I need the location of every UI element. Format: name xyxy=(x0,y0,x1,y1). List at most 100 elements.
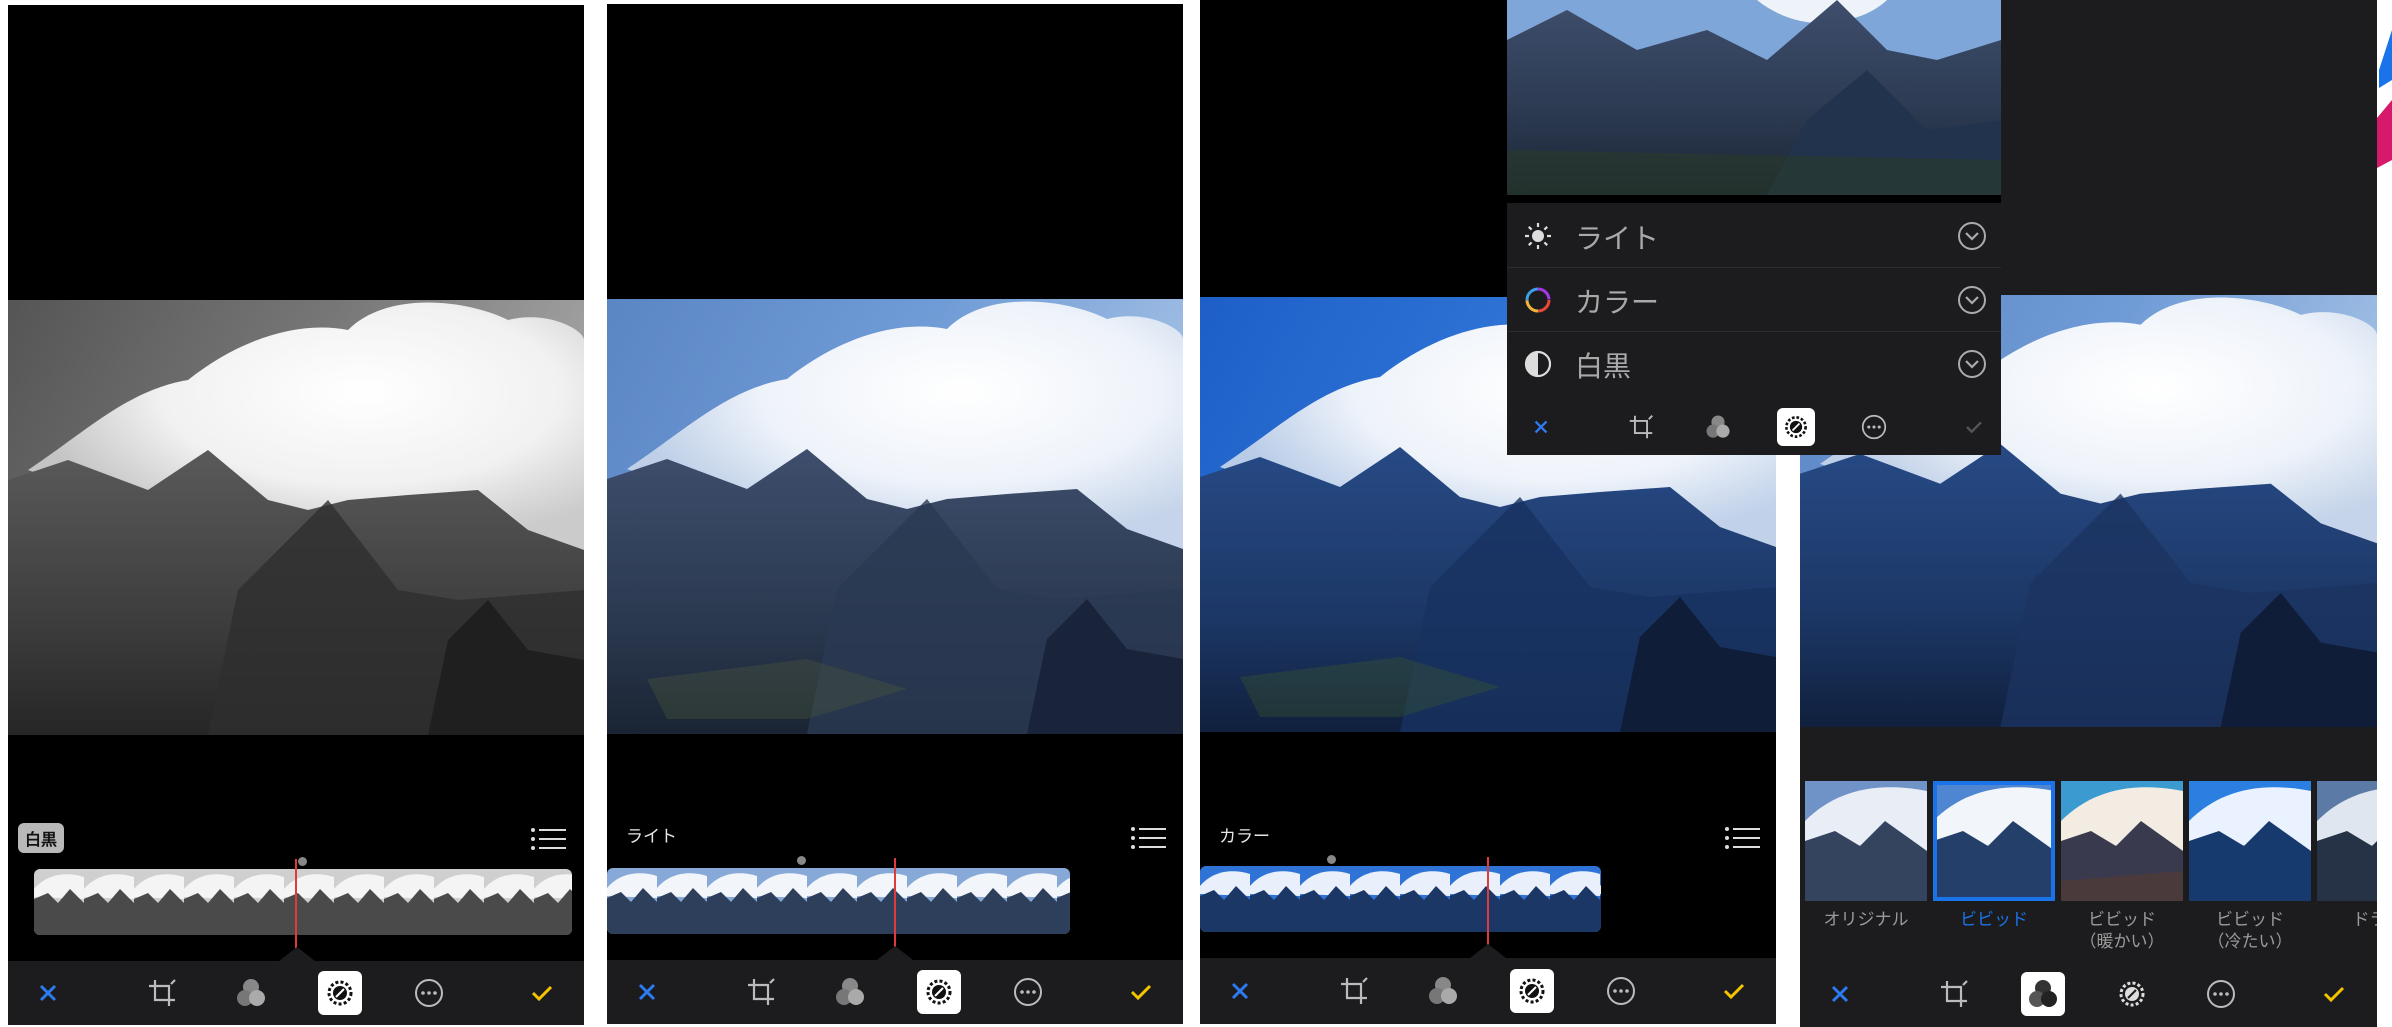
close-icon[interactable] xyxy=(632,977,662,1007)
menu-item-color[interactable]: カラー xyxy=(1507,267,2001,332)
list-icon[interactable] xyxy=(1724,826,1760,850)
more-icon[interactable] xyxy=(411,975,447,1011)
filmstrip-frame xyxy=(1057,868,1070,934)
filters-icon[interactable] xyxy=(1703,412,1733,442)
filmstrip-frame xyxy=(857,868,907,934)
menu-item-light[interactable]: ライト xyxy=(1507,203,2001,268)
filmstrip-frame xyxy=(907,868,957,934)
close-icon[interactable] xyxy=(1225,976,1255,1006)
adjust-menu-overlay: ライト カラー 白黒 xyxy=(1507,0,2001,455)
sun-icon xyxy=(1523,221,1553,251)
bottom-toolbar xyxy=(1200,958,1776,1024)
toolbar-notch xyxy=(1470,944,1506,958)
filter-strip: オリジナル ビビッド ビビッド（暖かい） ビビッド（冷たい） ドラマ xyxy=(1800,781,2377,961)
checkmark-icon[interactable] xyxy=(2319,979,2349,1009)
filmstrip-frame xyxy=(1300,866,1350,932)
slider-origin-dot xyxy=(1327,855,1336,864)
adjust-slider-strip[interactable] xyxy=(607,868,1070,934)
half-circle-icon xyxy=(1523,349,1553,379)
chevron-down-icon[interactable] xyxy=(1957,349,1987,379)
filter-preview xyxy=(1933,781,2055,901)
adjust-dial-icon[interactable] xyxy=(1777,407,1815,446)
slider-playhead[interactable] xyxy=(1487,857,1489,949)
filmstrip-frame xyxy=(334,869,384,935)
filters-icon[interactable] xyxy=(832,974,868,1010)
color-wheel-icon xyxy=(1523,285,1553,315)
list-icon[interactable] xyxy=(530,827,566,851)
close-icon[interactable] xyxy=(33,978,63,1008)
filmstrip-frame xyxy=(384,869,434,935)
more-icon[interactable] xyxy=(2203,976,2239,1012)
tool-label: ライト xyxy=(626,827,677,847)
filters-icon[interactable] xyxy=(2021,972,2065,1016)
filmstrip-frame xyxy=(657,868,707,934)
filmstrip-frame xyxy=(1600,866,1601,932)
slider-playhead[interactable] xyxy=(295,859,297,951)
more-icon[interactable] xyxy=(1859,412,1889,442)
list-icon[interactable] xyxy=(1130,826,1166,850)
adjust-dial-icon[interactable] xyxy=(318,971,362,1015)
crop-icon[interactable] xyxy=(743,974,779,1010)
filmstrip-frame xyxy=(957,868,1007,934)
bottom-toolbar xyxy=(8,961,584,1025)
checkmark-icon[interactable] xyxy=(1962,415,1986,439)
menu-item-label: 白黒 xyxy=(1575,350,1632,383)
crop-icon[interactable] xyxy=(1626,412,1656,442)
filmstrip-frame xyxy=(1007,868,1057,934)
filter-preview xyxy=(2317,781,2377,901)
adjust-slider-strip[interactable] xyxy=(1200,866,1601,932)
photo-preview xyxy=(607,299,1183,734)
filter-label: ビビッド xyxy=(1960,910,2028,930)
filter-thumb-vivid[interactable]: ビビッド xyxy=(1933,781,2055,961)
menu-item-bw[interactable]: 白黒 xyxy=(1507,331,2001,395)
photo-preview xyxy=(8,300,584,735)
menu-item-label: カラー xyxy=(1575,286,1660,319)
filter-preview xyxy=(2061,781,2183,901)
crop-icon[interactable] xyxy=(1936,976,1972,1012)
filter-thumb-original[interactable]: オリジナル xyxy=(1805,781,1927,961)
filter-thumb-vivid-warm[interactable]: ビビッド （暖かい） xyxy=(2061,781,2183,961)
filters-icon[interactable] xyxy=(1425,973,1461,1009)
adjust-slider-strip[interactable] xyxy=(34,869,572,935)
checkmark-icon[interactable] xyxy=(1126,977,1156,1007)
tool-label: 白黒 xyxy=(18,823,65,853)
more-icon[interactable] xyxy=(1010,974,1046,1010)
editor-panel-light: ライト xyxy=(607,4,1183,1024)
bottom-toolbar xyxy=(1800,961,2377,1027)
crop-icon[interactable] xyxy=(144,975,180,1011)
checkmark-icon[interactable] xyxy=(527,978,557,1008)
editor-panel-bw: 白黒 xyxy=(8,5,584,1025)
menu-divider xyxy=(1507,195,2001,203)
filter-preview xyxy=(2189,781,2311,901)
adjust-dial-icon[interactable] xyxy=(2114,976,2150,1012)
mini-toolbar xyxy=(1507,398,2001,455)
filter-thumb-drama[interactable]: ドラマ xyxy=(2317,781,2377,961)
photo-preview xyxy=(1507,0,2001,195)
chevron-down-icon[interactable] xyxy=(1957,221,1987,251)
edge-decoration xyxy=(2377,0,2392,200)
filmstrip-frame xyxy=(184,869,234,935)
filter-label: ビビッド （暖かい） xyxy=(2079,910,2165,952)
checkmark-icon[interactable] xyxy=(1719,976,1749,1006)
filter-label: オリジナル xyxy=(1823,910,1909,930)
filmstrip-frame xyxy=(534,869,572,935)
crop-icon[interactable] xyxy=(1336,973,1372,1009)
filmstrip-frame xyxy=(807,868,857,934)
menu-item-label: ライト xyxy=(1575,222,1660,255)
filmstrip-frame xyxy=(1450,866,1500,932)
filter-label: ビビッド （冷たい） xyxy=(2207,910,2293,952)
toolbar-notch xyxy=(279,947,315,961)
chevron-down-icon[interactable] xyxy=(1957,285,1987,315)
slider-playhead[interactable] xyxy=(894,858,896,950)
adjust-dial-icon[interactable] xyxy=(1510,969,1554,1013)
filter-thumb-vivid-cool[interactable]: ビビッド （冷たい） xyxy=(2189,781,2311,961)
more-icon[interactable] xyxy=(1603,973,1639,1009)
close-icon[interactable] xyxy=(1529,415,1553,439)
close-icon[interactable] xyxy=(1825,979,1855,1009)
adjust-dial-icon[interactable] xyxy=(917,970,961,1014)
toolbar-notch xyxy=(877,946,913,960)
tool-label: カラー xyxy=(1219,827,1270,847)
bottom-toolbar xyxy=(607,960,1183,1024)
filters-icon[interactable] xyxy=(233,975,269,1011)
filmstrip-frame xyxy=(434,869,484,935)
